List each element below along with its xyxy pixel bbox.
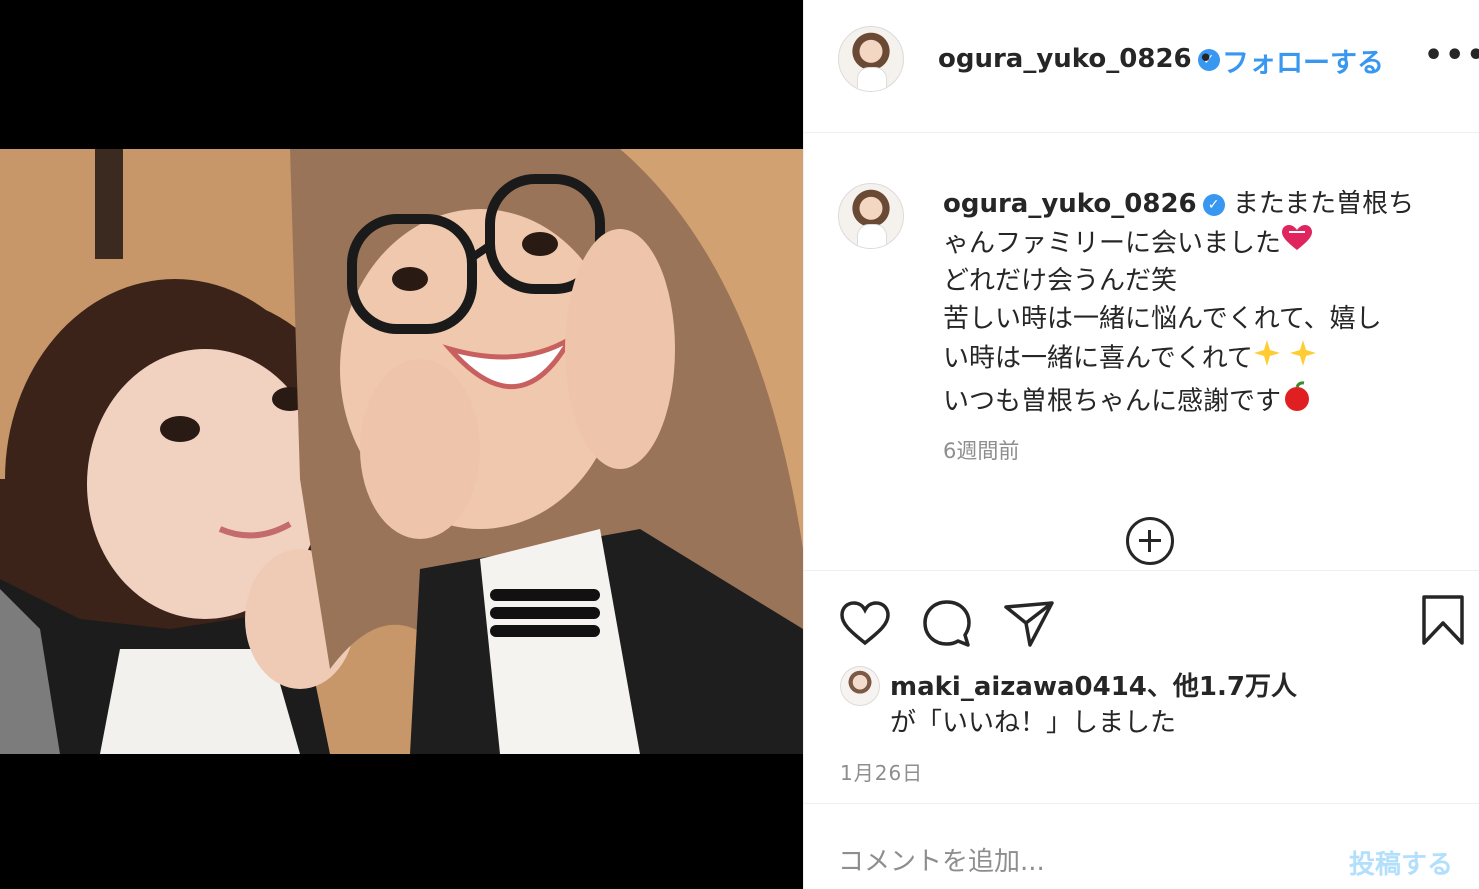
likes-line: maki_aizawa0414、他1.7万人 [890,666,1297,703]
caption-line: いつも曽根ちゃんに感謝です [943,385,1282,416]
caption-line: い時は一緒に喜んでくれて [943,343,1253,374]
share-icon[interactable] [1002,597,1056,651]
author-avatar[interactable] [838,26,904,92]
post-photo[interactable] [0,149,803,754]
comment-icon[interactable] [920,597,974,651]
post-date[interactable]: 1月26日 [840,757,923,786]
likes-suffix: が「いいね！」しました [890,708,1177,738]
post-time-ago[interactable]: 6週間前 [943,435,1019,465]
likes-count[interactable]: 、他1.7万人 [1147,672,1297,702]
caption-avatar[interactable] [838,183,904,249]
liker-avatar[interactable] [840,666,880,706]
caption-line: ゃんファミリーに会いました [943,227,1282,258]
more-options-icon[interactable]: ••• [1424,38,1479,73]
caption-line: どれだけ会うんだ笑 [943,266,1178,296]
sparkles-emoji [1253,338,1325,380]
caption-text: ogura_yuko_0826 ✓ またまた曽根ち ゃんファミリーに会いました ど… [943,186,1448,423]
comment-box: 投稿する [804,803,1479,889]
caption-section: ogura_yuko_0826 ✓ またまた曽根ち ゃんファミリーに会いました ど… [804,133,1479,570]
verified-badge-icon: ✓ [1202,193,1225,216]
action-bar: maki_aizawa0414、他1.7万人 が「いいね！」しました 1月26日 [804,570,1479,800]
author-username[interactable]: ogura_yuko_0826 ✓ [938,44,1220,74]
caption-line: 苦しい時は一緒に悩んでくれて、嬉し [943,303,1382,334]
comment-input[interactable] [838,842,1308,882]
caption-username[interactable]: ogura_yuko_0826 [943,189,1197,219]
post-side-panel: ogura_yuko_0826✓ • フォローする ••• ogura_yuko… [803,0,1479,889]
apple-emoji [1281,380,1313,424]
bookmark-icon[interactable] [1416,593,1470,647]
plus-circle-icon[interactable] [1126,517,1174,565]
post-header: ogura_yuko_0826✓ • フォローする ••• [804,0,1479,133]
caption-line: またまた曽根ち [1232,189,1415,219]
heart-emoji [1281,224,1313,264]
photo-illustration [0,149,803,754]
post-comment-button[interactable]: 投稿する [1349,844,1453,881]
separator-dot: • [1198,44,1214,74]
heart-icon[interactable] [838,597,892,651]
author-username-text[interactable]: ogura_yuko_0826 [938,44,1192,74]
liker-username[interactable]: maki_aizawa0414 [890,672,1147,702]
follow-button[interactable]: フォローする [1222,41,1384,80]
post-media [0,0,803,889]
